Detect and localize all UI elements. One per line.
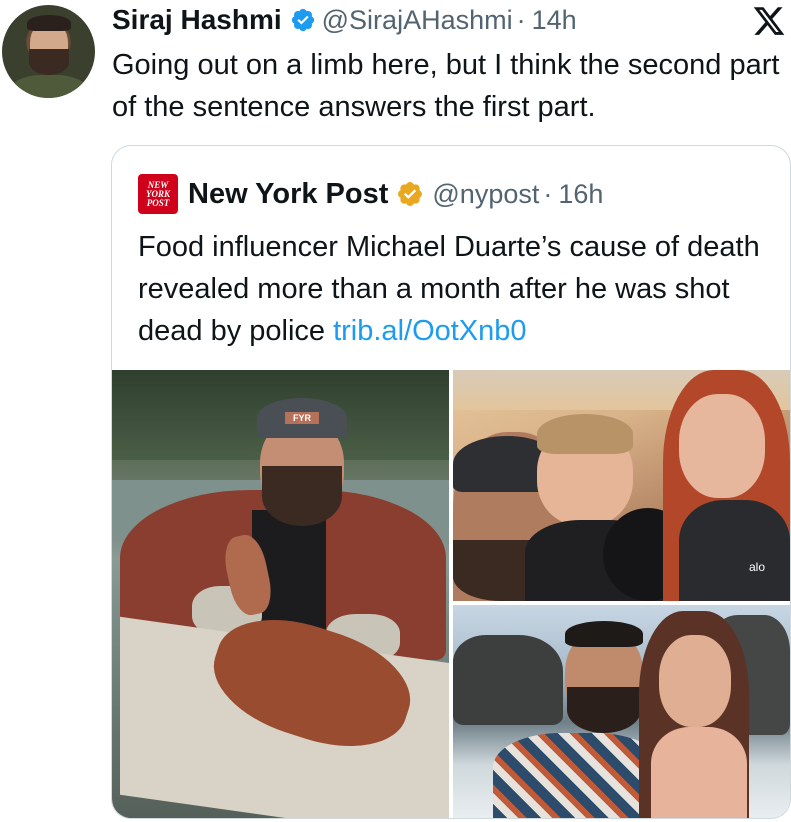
gold-verified-badge-icon <box>398 182 423 206</box>
photo-family-beach-selfie[interactable]: alo <box>453 370 790 601</box>
photo2-woman-shirt: alo <box>679 500 790 601</box>
avatar-shirt <box>10 75 88 98</box>
photo1-cap: FYR <box>257 398 347 438</box>
photo3-man-shirt <box>493 733 663 818</box>
photo3-man-beard <box>567 687 641 733</box>
photo3-left-rocks <box>453 635 563 725</box>
photo-couple-ocean[interactable] <box>453 605 790 818</box>
author-handle[interactable]: @SirajAHashmi <box>322 5 513 36</box>
tweet-header: Siraj Hashmi @SirajAHashmi · 14h <box>112 2 577 38</box>
author-avatar[interactable] <box>2 5 95 98</box>
verified-badge-icon <box>291 8 314 32</box>
avatar-beard <box>29 49 69 75</box>
photo-man-with-fish[interactable]: FYR <box>112 370 449 818</box>
avatar-hair <box>27 15 71 31</box>
quoted-tweet-card[interactable]: NEW YORK POST New York Post @nypost · 16… <box>111 145 791 819</box>
photo-grid: FYR alo <box>112 370 790 818</box>
quoted-tweet-timestamp[interactable]: 16h <box>558 179 603 210</box>
photo3-woman-shoulders <box>651 727 747 818</box>
tweet-text: Going out on a limb here, but I think th… <box>112 49 780 123</box>
quoted-author-name[interactable]: New York Post <box>188 178 388 211</box>
quoted-tweet-text: Food influencer Michael Duarte’s cause o… <box>138 226 778 352</box>
photo2-child-hair <box>537 414 633 454</box>
photo3-woman-face <box>659 635 731 727</box>
photo2-woman-face <box>679 394 765 498</box>
separator-dot: · <box>516 4 526 35</box>
photo2-shirt-text: alo <box>749 560 766 574</box>
photo1-cap-text: FYR <box>285 412 319 424</box>
article-link[interactable]: trib.al/OotXnb0 <box>333 315 526 347</box>
photo3-man-hair <box>565 621 643 647</box>
nypost-logo-line-3: POST <box>146 197 170 208</box>
nypost-logo[interactable]: NEW YORK POST <box>138 174 178 214</box>
quoted-separator-dot: · <box>543 178 553 209</box>
author-name[interactable]: Siraj Hashmi <box>112 4 282 36</box>
tweet-timestamp[interactable]: 14h <box>532 5 577 36</box>
photo1-beard <box>262 466 342 526</box>
quoted-author-handle[interactable]: @nypost <box>432 179 539 210</box>
x-logo-icon <box>753 7 785 35</box>
quoted-tweet-header: NEW YORK POST New York Post @nypost · 16… <box>138 174 603 214</box>
